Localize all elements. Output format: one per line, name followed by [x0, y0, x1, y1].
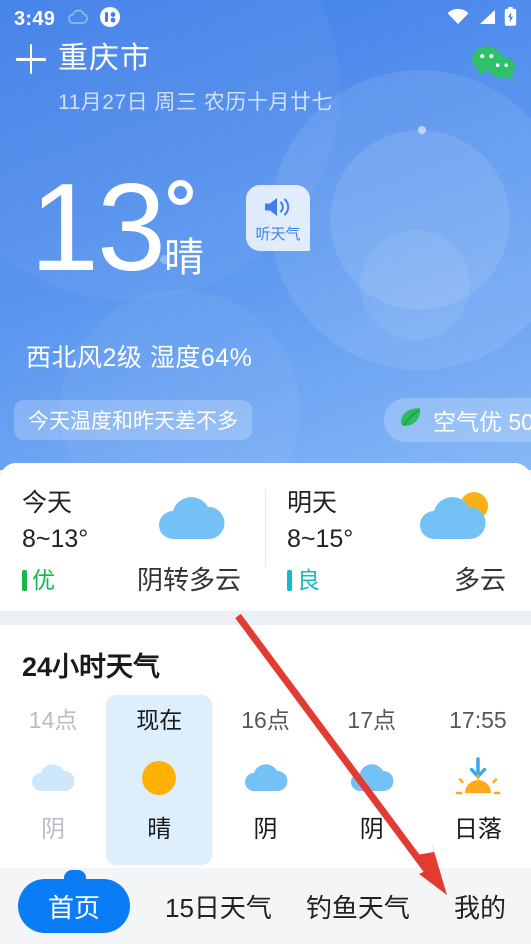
- hour-item[interactable]: 14点 阴: [0, 695, 106, 865]
- forecast-day-tomorrow[interactable]: 明天 8~15° 良 多云: [265, 479, 530, 611]
- wind-humidity-label: 西北风2级 湿度64%: [26, 344, 253, 372]
- hour-condition: 阴: [41, 816, 66, 843]
- day-label: 明天: [287, 489, 338, 517]
- day-aqi-label: 良: [297, 567, 320, 593]
- nav-item-fishing[interactable]: 钓鱼天气: [306, 888, 410, 925]
- nav-item-home[interactable]: 首页: [18, 870, 130, 933]
- hour-item-sunset[interactable]: 17:55 日落: [425, 695, 531, 865]
- temperature-value: 13: [30, 159, 166, 297]
- status-bar-clock: 3:49: [14, 7, 56, 30]
- day-aqi: 良: [287, 569, 320, 592]
- day-aqi: 优: [22, 569, 55, 592]
- today-tomorrow-card: 今天 8~13° 优 阴转多云 明天 8~15° 良 多云: [0, 463, 531, 611]
- weather-tip-label: 今天温度和昨天差不多: [28, 410, 238, 433]
- current-temperature-block: 13 晴: [30, 159, 258, 306]
- day-label: 今天: [22, 489, 73, 517]
- day-condition: 阴转多云: [136, 565, 241, 595]
- day-temp-range: 8~15°: [287, 525, 354, 553]
- status-bar: 3:49: [0, 0, 531, 38]
- hour-time: 14点: [28, 707, 78, 733]
- page-title: 重庆市: [58, 42, 151, 75]
- wifi-icon: [446, 8, 470, 31]
- signal-icon: [477, 8, 497, 31]
- aqi-bar-icon: [22, 570, 27, 591]
- app-badge-icon: [99, 6, 121, 33]
- hour-condition: 阴: [253, 816, 278, 843]
- weather-app-screen: 3:49 重庆市 11月27日 周三 农历十月廿七 13 晴 听天气 西北风2级…: [0, 0, 531, 944]
- bokeh-decoration: [360, 230, 470, 340]
- hour-time: 现在: [136, 707, 183, 733]
- nav-item-label: 我的: [453, 892, 506, 923]
- air-quality-chip[interactable]: 空气优 50: [384, 398, 531, 442]
- hour-item-current[interactable]: 现在 晴: [106, 695, 213, 865]
- bokeh-decoration: [418, 126, 426, 134]
- cloud-outline-icon: [66, 7, 90, 32]
- day-temp-range: 8~13°: [22, 525, 89, 553]
- hour-item[interactable]: 17点 阴: [319, 695, 425, 865]
- card-gap: [0, 611, 531, 625]
- cloud-icon: [26, 758, 80, 798]
- degree-symbol-icon: [167, 180, 193, 205]
- hour-time: 16点: [241, 707, 290, 733]
- sunset-icon: [451, 757, 505, 798]
- nav-item-label: 首页: [47, 892, 100, 923]
- cloud-sun-icon: [418, 489, 494, 545]
- nav-item-label: 钓鱼天气: [305, 892, 410, 923]
- bottom-navigation: 首页 15日天气 钓鱼天气 我的: [0, 868, 531, 944]
- current-condition: 晴: [163, 236, 204, 280]
- cloud-icon: [153, 489, 229, 545]
- bokeh-decoration: [60, 290, 300, 470]
- leaf-icon: [398, 405, 424, 435]
- nav-item-label: 15日天气: [165, 892, 272, 923]
- listen-weather-label: 听天气: [255, 226, 301, 243]
- speaker-icon: [261, 194, 295, 225]
- wechat-icon[interactable]: [469, 44, 517, 84]
- hour-time: 17点: [347, 707, 396, 733]
- listen-weather-button[interactable]: 听天气: [246, 185, 310, 251]
- battery-icon: [504, 7, 517, 31]
- hour-condition: 日落: [453, 816, 502, 843]
- hour-condition: 晴: [147, 816, 172, 843]
- aqi-bar-icon: [287, 570, 292, 591]
- cloud-icon: [345, 758, 399, 798]
- sun-icon: [132, 758, 186, 798]
- nav-item-mine[interactable]: 我的: [454, 888, 506, 925]
- plus-icon[interactable]: [16, 44, 46, 74]
- forecast-day-today[interactable]: 今天 8~13° 优 阴转多云: [0, 479, 265, 611]
- date-label: 11月27日 周三 农历十月廿七: [58, 91, 333, 114]
- day-aqi-label: 优: [32, 567, 55, 593]
- hour-item[interactable]: 16点 阴: [212, 695, 318, 865]
- weather-header: 3:49 重庆市 11月27日 周三 农历十月廿七 13 晴 听天气 西北风2级…: [0, 0, 531, 470]
- city-selector[interactable]: 重庆市: [16, 44, 151, 74]
- weather-tip-chip[interactable]: 今天温度和昨天差不多: [14, 400, 252, 440]
- hourly-title: 24小时天气: [22, 652, 161, 682]
- cloud-icon: [239, 758, 293, 798]
- hourly-list[interactable]: 14点 阴 现在 晴 16点 阴 17点 阴 17:55 日落: [0, 695, 531, 865]
- nav-item-15day[interactable]: 15日天气: [165, 888, 272, 925]
- day-condition: 多云: [453, 565, 506, 595]
- hour-time: 17:55: [449, 707, 507, 733]
- air-quality-label: 空气优 50: [433, 409, 531, 435]
- hourly-forecast-card: 24小时天气 14点 阴 现在 晴 16点 阴 17点 阴 17:55 日落: [0, 625, 531, 868]
- hour-condition: 阴: [359, 816, 384, 843]
